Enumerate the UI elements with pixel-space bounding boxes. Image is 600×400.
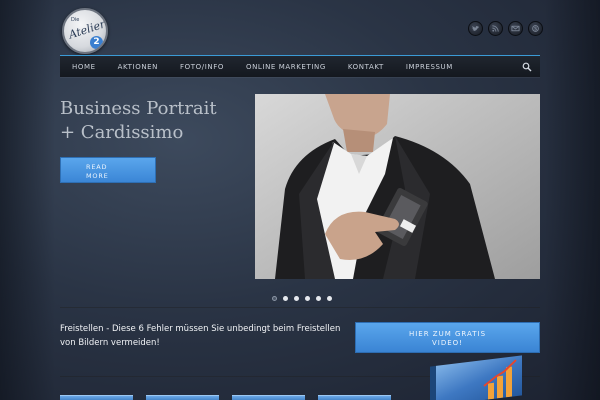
slide-title-line-2: + Cardissimo	[60, 122, 184, 143]
nav-item-online-marketing[interactable]: ONLINE MARKETING	[235, 56, 337, 78]
divider	[60, 307, 540, 308]
slider-dot-4[interactable]	[305, 296, 310, 301]
cta-label-2: VIDEO!	[432, 339, 463, 347]
thumbnail[interactable]	[146, 395, 219, 400]
free-video-button[interactable]: HIER ZUM GRATIS VIDEO!	[355, 322, 540, 353]
logo-top-text: Die	[71, 17, 80, 23]
search-icon[interactable]	[522, 62, 532, 72]
nav-item-aktionen[interactable]: AKTIONEN	[107, 56, 169, 78]
nav-item-kontakt[interactable]: KONTAKT	[337, 56, 395, 78]
thumbnail[interactable]	[232, 395, 305, 400]
thumbnail[interactable]	[318, 395, 391, 400]
main-navigation: HOME AKTIONEN FOTO/INFO ONLINE MARKETING…	[60, 55, 540, 77]
slider-pagination	[272, 296, 332, 301]
thumbnail[interactable]	[60, 395, 133, 400]
nav-item-home[interactable]: HOME	[60, 56, 107, 78]
skype-icon[interactable]	[528, 21, 543, 36]
rss-icon[interactable]	[488, 21, 503, 36]
cta-label-1: HIER ZUM GRATIS	[408, 330, 487, 338]
slider-dot-3[interactable]	[294, 296, 299, 301]
ebook-cover-image[interactable]	[430, 355, 522, 400]
slider-dot-2[interactable]	[283, 296, 288, 301]
teaser-text[interactable]: Freistellen - Diese 6 Fehler müssen Sie …	[60, 322, 350, 350]
thumbnail-row	[60, 395, 391, 400]
nav-item-impressum[interactable]: IMPRESSUM	[395, 56, 464, 78]
slider-dot-5[interactable]	[316, 296, 321, 301]
read-more-label-1: READ	[86, 163, 108, 171]
mail-icon[interactable]	[508, 21, 523, 36]
slide-title: Business Portrait + Cardissimo	[60, 97, 250, 145]
read-more-label-2: MORE	[86, 172, 109, 180]
slider-dot-6[interactable]	[327, 296, 332, 301]
site-logo[interactable]: Die Atelier 2	[62, 8, 108, 54]
slider-dot-1[interactable]	[272, 296, 277, 301]
social-links	[468, 21, 543, 36]
logo-number: 2	[90, 36, 103, 49]
slide-title-line-1: Business Portrait	[60, 98, 217, 119]
read-more-button[interactable]: READ MORE	[60, 157, 156, 183]
twitter-icon[interactable]	[468, 21, 483, 36]
slide-image-business-portrait[interactable]	[255, 94, 540, 279]
nav-item-foto-info[interactable]: FOTO/INFO	[169, 56, 235, 78]
